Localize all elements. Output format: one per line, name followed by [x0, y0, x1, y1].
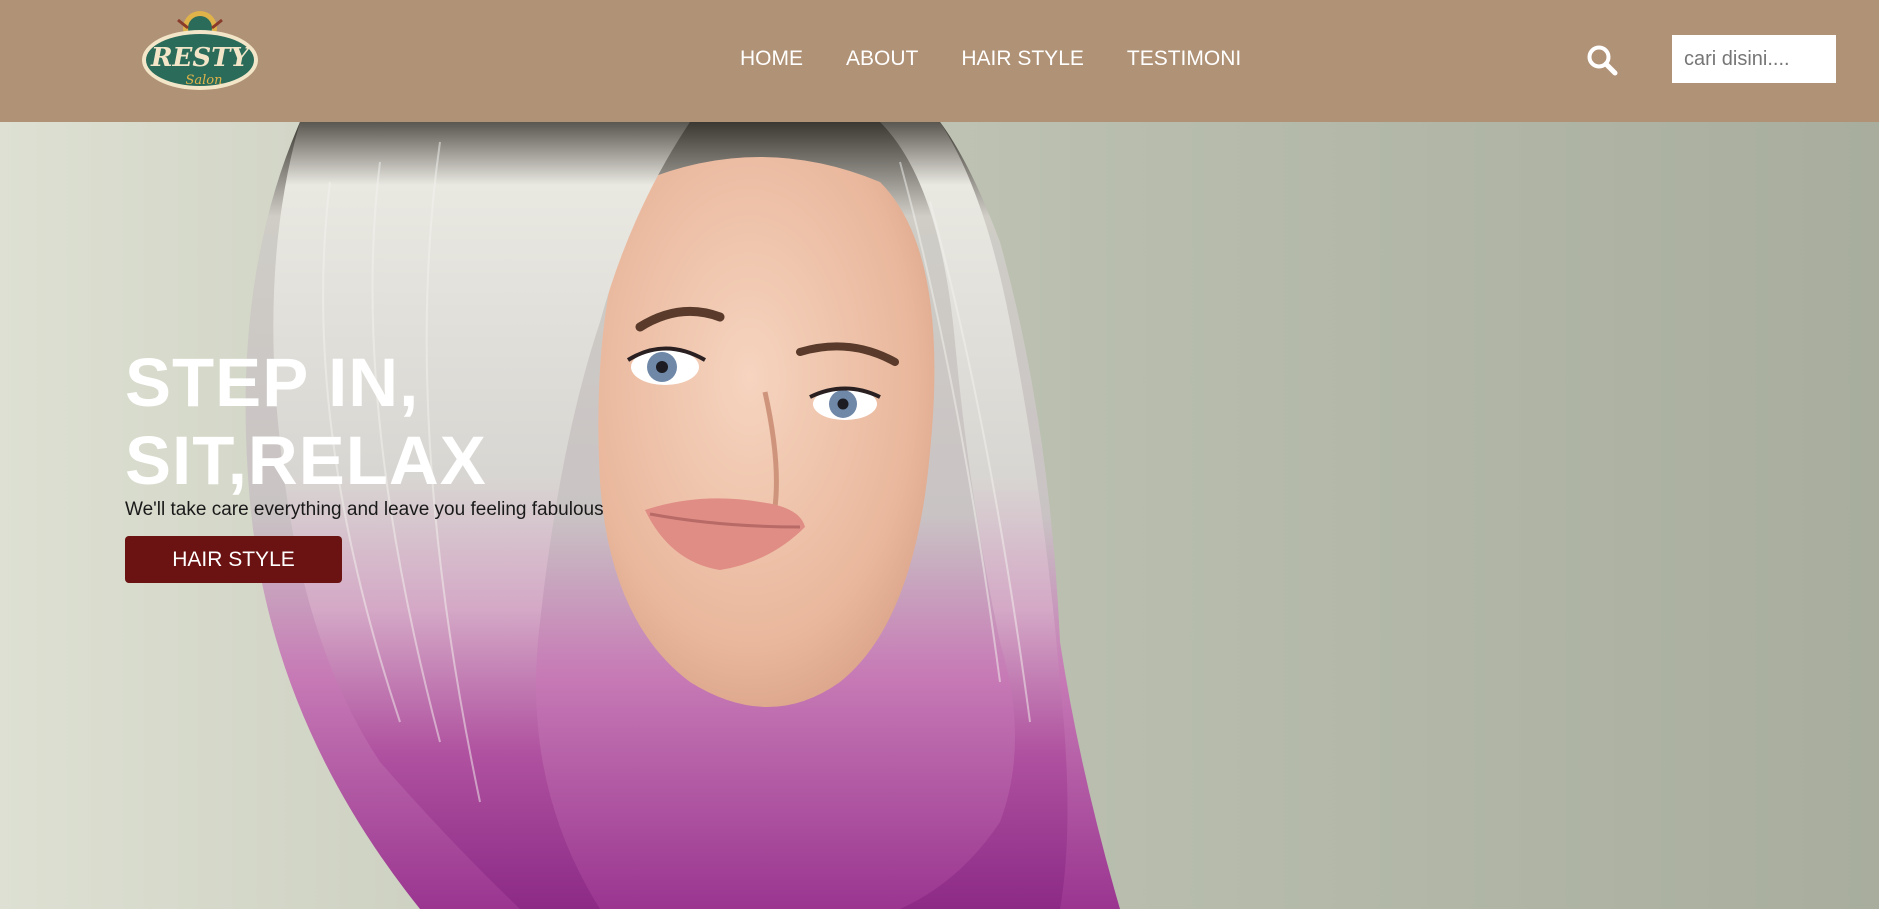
hair-style-button[interactable]: HAIR STYLE — [125, 536, 342, 583]
search-icon[interactable] — [1586, 44, 1618, 76]
nav-about[interactable]: ABOUT — [846, 45, 918, 75]
logo-text-main: RESTY — [150, 43, 252, 73]
hero-title-line2: SIT,RELAX — [125, 422, 487, 499]
main-nav: HOME ABOUT HAIR STYLE TESTIMONI — [740, 45, 1284, 75]
search-input[interactable] — [1672, 35, 1836, 83]
navbar: RESTY Salon HOME ABOUT HAIR STYLE TESTIM… — [0, 0, 1879, 122]
brand-logo[interactable]: RESTY Salon — [138, 8, 262, 100]
hero-subtitle: We'll take care everything and leave you… — [125, 499, 604, 520]
hero-title-line1: STEP IN, — [125, 344, 420, 421]
hero-title: STEP IN, SIT,RELAX — [125, 344, 725, 500]
hero-section: STEP IN, SIT,RELAX We'll take care every… — [0, 122, 1879, 909]
logo-text-sub: Salon — [185, 73, 222, 88]
nav-testimoni[interactable]: TESTIMONI — [1127, 45, 1241, 75]
nav-hair-style[interactable]: HAIR STYLE — [961, 45, 1084, 75]
nav-home[interactable]: HOME — [740, 45, 803, 75]
salon-logo-icon: RESTY Salon — [142, 11, 258, 90]
